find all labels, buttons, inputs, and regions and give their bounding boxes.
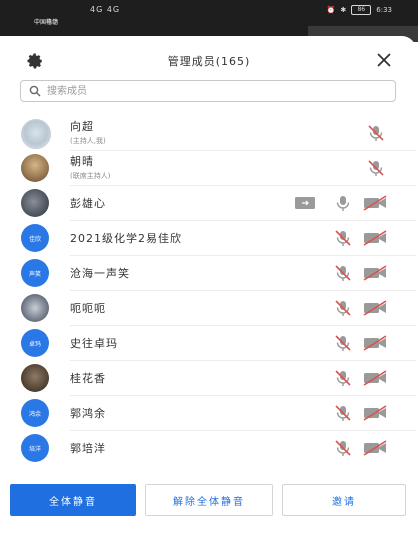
avatar: 鸿余 [21, 399, 49, 427]
avatar: 培洋 [21, 434, 49, 462]
member-row[interactable]: 呃呃呃 [2, 291, 416, 326]
mic-muted-icon[interactable] [334, 334, 352, 352]
manage-members-sheet: 管理成员(165) 向超 (主持人,我) 朝晴 (联席 [2, 36, 416, 543]
member-row[interactable]: 培洋 郭培洋 [2, 431, 416, 466]
sheet-header: 管理成员(165) [2, 36, 416, 84]
mic-muted-icon[interactable] [334, 369, 352, 387]
search-input[interactable] [45, 84, 349, 98]
unmute-all-button[interactable]: 解除全体静音 [145, 484, 273, 516]
mic-muted-icon[interactable] [334, 229, 352, 247]
clock-text: 6:33 [376, 6, 392, 14]
avatar [21, 294, 49, 322]
mic-muted-icon[interactable] [334, 404, 352, 422]
member-name: 郭培洋 [70, 442, 106, 455]
member-name: 彭雄心 [70, 197, 106, 210]
mic-muted-icon[interactable] [334, 299, 352, 317]
member-row[interactable]: 声笑 沧海一声笑 [2, 256, 416, 291]
member-row[interactable]: 佳欣 2021级化学2易佳欣 [2, 221, 416, 256]
avatar: 卓玛 [21, 329, 49, 357]
mute-all-button[interactable]: 全体静音 [10, 484, 136, 516]
avatar [21, 119, 51, 149]
member-row[interactable]: 彭雄心 [2, 186, 416, 221]
member-row[interactable]: 鸿余 郭鸿余 [2, 396, 416, 431]
member-row[interactable]: 朝晴 (联席主持人) [2, 151, 416, 186]
camera-off-icon[interactable] [362, 264, 388, 282]
carrier-2: 中国电信 [34, 18, 59, 26]
avatar [21, 189, 49, 217]
member-row[interactable]: 卓玛 史往卓玛 [2, 326, 416, 361]
member-name: 郭鸿余 [70, 407, 106, 420]
avatar [21, 364, 49, 392]
battery-icon: 86 [351, 5, 372, 15]
member-row[interactable]: 桂花香 [2, 361, 416, 396]
camera-off-icon[interactable] [362, 334, 388, 352]
camera-off-icon[interactable] [362, 404, 388, 422]
mic-icon[interactable] [334, 194, 352, 212]
camera-off-icon[interactable] [362, 194, 388, 212]
search-icon [29, 85, 41, 97]
avatar: 佳欣 [21, 224, 49, 252]
close-icon[interactable] [376, 52, 392, 68]
member-name: 沧海一声笑 [70, 267, 130, 280]
avatar [21, 154, 49, 182]
signal-indicator: 4G 4G [90, 5, 121, 14]
member-name: 向超 [70, 120, 94, 133]
camera-off-icon[interactable] [362, 369, 388, 387]
screen-share-icon[interactable] [294, 194, 316, 212]
camera-off-icon[interactable] [362, 439, 388, 457]
member-name: 桂花香 [70, 372, 106, 385]
search-box[interactable] [20, 80, 396, 102]
member-name: 史往卓玛 [70, 337, 118, 350]
camera-off-icon[interactable] [362, 229, 388, 247]
camera-off-icon[interactable] [362, 299, 388, 317]
mic-muted-icon[interactable] [334, 439, 352, 457]
alarm-icon: ⏰ [326, 6, 336, 14]
mic-muted-icon[interactable] [334, 264, 352, 282]
bluetooth-icon: ✱ [340, 6, 347, 14]
avatar: 声笑 [21, 259, 49, 287]
mic-muted-icon[interactable] [367, 124, 385, 142]
status-icons: ⏰ ✱ 86 6:33 [327, 5, 392, 15]
member-name: 呃呃呃 [70, 302, 106, 315]
invite-button[interactable]: 邀请 [282, 484, 406, 516]
member-row[interactable]: 向超 (主持人,我) [2, 116, 416, 151]
member-role: (主持人,我) [70, 137, 106, 145]
footer-actions: 全体静音 解除全体静音 邀请 [0, 484, 414, 520]
member-role: (联席主持人) [70, 172, 111, 180]
mic-muted-icon[interactable] [367, 159, 385, 177]
page-title: 管理成员(165) [167, 55, 251, 68]
member-name: 朝晴 [70, 155, 94, 168]
member-name: 2021级化学2易佳欣 [70, 232, 182, 245]
